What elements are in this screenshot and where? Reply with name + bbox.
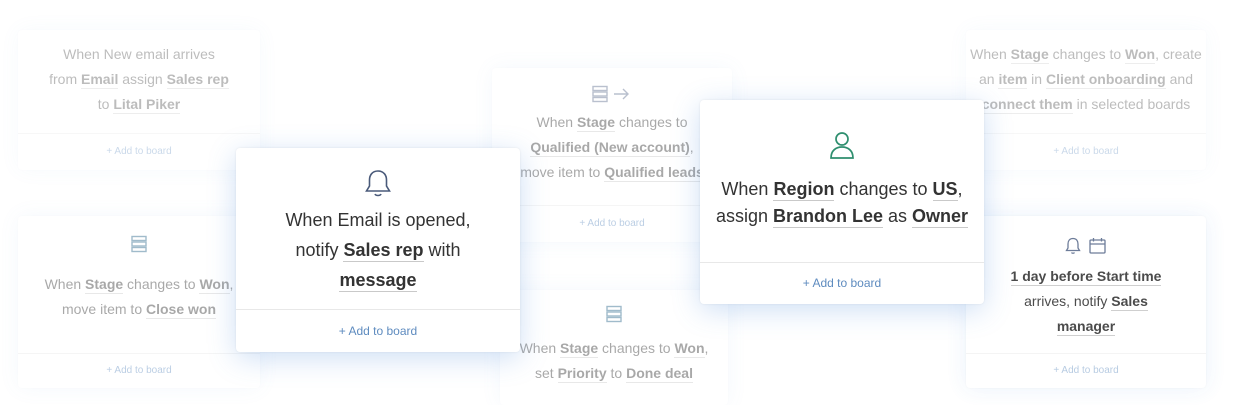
add-to-board-button[interactable]: + Add to board <box>492 205 732 242</box>
recipe-text: 1 day before Start time arrives, notify … <box>1010 268 1162 336</box>
board-arrow-icon <box>492 84 732 104</box>
add-to-board-button[interactable]: + Add to board <box>966 353 1206 388</box>
recipe-card-qualified: When Stage changes to Qualified (New acc… <box>492 68 732 242</box>
recipe-text: When Stage changes to Won, create an ite… <box>970 46 1202 114</box>
board-icon <box>500 304 728 324</box>
recipe-card-region-us: When Region changes to US, assign Brando… <box>700 100 984 304</box>
recipe-text: When Stage changes to Won, set Priority … <box>519 340 709 383</box>
add-to-board-button[interactable]: + Add to board <box>18 133 260 170</box>
add-to-board-button[interactable]: + Add to board <box>236 309 520 352</box>
recipe-text: When Stage changes to Qualified (New acc… <box>520 114 704 182</box>
add-to-board-button[interactable]: + Add to board <box>18 353 260 388</box>
recipe-card-stage-won-close: When Stage changes to Won, move item to … <box>18 216 260 388</box>
recipe-text: When New email arrives from Email assign… <box>49 46 229 114</box>
add-to-board-button[interactable]: + Add to board <box>966 133 1206 170</box>
bell-calendar-icon <box>966 236 1206 256</box>
recipe-card-start-time: 1 day before Start time arrives, notify … <box>966 216 1206 388</box>
recipe-text: When Stage changes to Won, move item to … <box>44 276 234 319</box>
recipe-card-set-priority: When Stage changes to Won, set Priority … <box>500 290 728 405</box>
recipe-text: When Email is opened, notify Sales rep w… <box>285 210 471 292</box>
add-to-board-button[interactable]: + Add to board <box>700 262 984 304</box>
recipe-card-client-onboarding: When Stage changes to Won, create an ite… <box>966 30 1206 170</box>
bell-icon <box>236 168 520 198</box>
person-icon <box>700 130 984 160</box>
board-icon <box>18 234 260 254</box>
recipe-text: When Region changes to US, assign Brando… <box>715 179 969 228</box>
recipe-card-email-opened: When Email is opened, notify Sales rep w… <box>236 148 520 352</box>
recipe-card-new-email: When New email arrives from Email assign… <box>18 30 260 170</box>
